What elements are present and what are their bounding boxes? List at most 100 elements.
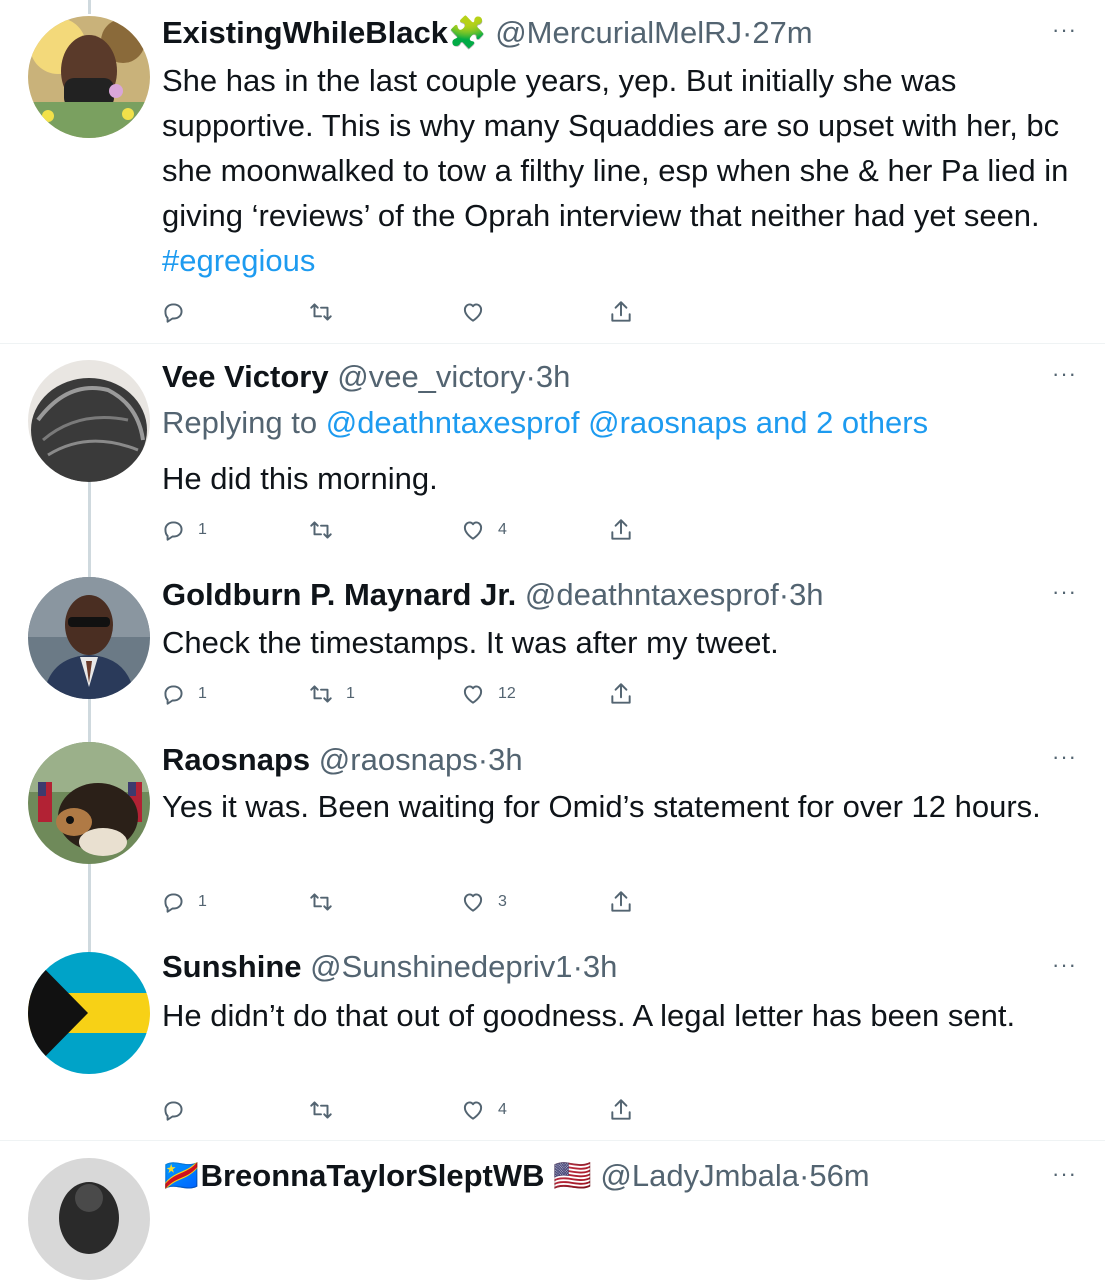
tweet-text: Check the timestamps. It was after my tw… (162, 625, 779, 660)
tweet-text-content: She has in the last couple years, yep. B… (162, 63, 1069, 233)
separator-dot: · (525, 359, 536, 394)
reply-button[interactable] (160, 297, 198, 327)
display-name[interactable]: Sunshine (162, 949, 302, 984)
flag-emoji: 🇺🇸 (553, 1158, 592, 1193)
share-icon (611, 1099, 631, 1120)
like-count: 4 (498, 521, 507, 538)
timestamp[interactable]: 3h (488, 742, 522, 777)
separator-dot: · (778, 577, 790, 612)
handle[interactable]: @Sunshinedepriv1 (310, 949, 572, 984)
retweet-count: 1 (346, 685, 355, 702)
tweet-text: She has in the last couple years, yep. B… (162, 58, 1087, 283)
tweet-header: 🇨🇩BreonnaTaylorSleptWB 🇺🇸 @LadyJmbala·56… (162, 1156, 870, 1196)
action-bar: 1 3 (160, 887, 660, 917)
thread-line (88, 480, 91, 580)
timestamp[interactable]: 27m (752, 15, 812, 50)
avatar[interactable] (28, 742, 150, 864)
reply-button[interactable]: 1 (160, 887, 207, 917)
like-icon (463, 1101, 483, 1120)
like-button[interactable]: 3 (460, 887, 507, 917)
retweet-button[interactable]: 1 (308, 679, 355, 709)
divider (0, 1140, 1105, 1141)
retweet-button[interactable] (308, 1095, 346, 1125)
like-icon (463, 685, 483, 704)
replying-to-links[interactable]: @deathntaxesprof @raosnaps and 2 others (326, 405, 928, 440)
reply-count: 1 (198, 685, 207, 702)
like-icon (463, 521, 483, 540)
retweet-icon (310, 521, 332, 539)
share-button[interactable] (608, 887, 634, 917)
retweet-button[interactable] (308, 515, 346, 545)
retweet-icon (310, 1101, 332, 1119)
avatar[interactable] (28, 360, 150, 482)
share-icon (611, 519, 631, 540)
reply-icon (164, 521, 183, 541)
action-bar: 4 (160, 1095, 660, 1125)
more-icon[interactable]: ··· (1052, 19, 1077, 41)
reply-button[interactable]: 1 (160, 515, 207, 545)
separator-dot: · (799, 1158, 810, 1193)
share-button[interactable] (608, 1095, 634, 1125)
avatar[interactable] (28, 16, 150, 138)
avatar[interactable] (28, 952, 150, 1074)
hashtag-link[interactable]: #egregious (162, 243, 315, 278)
retweet-icon (310, 303, 332, 321)
share-icon (611, 891, 631, 912)
avatar[interactable] (28, 1158, 150, 1280)
separator-dot: · (741, 15, 753, 50)
reply-button[interactable] (160, 1095, 198, 1125)
handle[interactable]: @LadyJmbala (600, 1158, 799, 1193)
reply-icon (164, 303, 183, 323)
share-button[interactable] (608, 297, 634, 327)
retweet-button[interactable] (308, 297, 346, 327)
thread-line (88, 696, 91, 742)
timestamp[interactable]: 3h (789, 577, 823, 612)
tweet-header: Goldburn P. Maynard Jr. @deathntaxesprof… (162, 575, 824, 615)
retweet-icon (310, 685, 332, 703)
reply-icon (164, 685, 183, 705)
thread-line-top (88, 0, 91, 14)
handle[interactable]: @vee_victory (337, 359, 525, 394)
like-icon (463, 303, 483, 322)
like-button[interactable]: 4 (460, 1095, 507, 1125)
handle[interactable]: @MercurialMelRJ (495, 15, 742, 50)
timestamp[interactable]: 3h (536, 359, 570, 394)
more-icon[interactable]: ··· (1052, 581, 1077, 603)
more-icon[interactable]: ··· (1052, 1163, 1077, 1185)
reply-count: 1 (198, 521, 207, 538)
reply-icon (164, 893, 183, 913)
tweet-text: Yes it was. Been waiting for Omid’s stat… (162, 789, 1041, 824)
puzzle-emoji: 🧩 (447, 15, 487, 50)
replying-to: Replying to @deathntaxesprof @raosnaps a… (162, 403, 928, 443)
retweet-button[interactable] (308, 887, 346, 917)
more-icon[interactable]: ··· (1052, 746, 1077, 768)
handle[interactable]: @deathntaxesprof (525, 577, 779, 612)
tweet-header: Vee Victory @vee_victory·3h (162, 357, 570, 397)
more-icon[interactable]: ··· (1052, 363, 1077, 385)
timestamp[interactable]: 56m (809, 1158, 869, 1193)
replying-prefix: Replying to (162, 405, 326, 440)
like-count: 3 (498, 893, 507, 910)
action-bar: 1 4 (160, 515, 660, 545)
display-name[interactable]: ExistingWhileBlack (162, 15, 448, 50)
like-button[interactable]: 4 (460, 515, 507, 545)
display-name[interactable]: BreonnaTaylorSleptWB (201, 1158, 545, 1193)
timestamp[interactable]: 3h (583, 949, 617, 984)
retweet-icon (310, 893, 332, 911)
like-button[interactable] (460, 297, 498, 327)
share-button[interactable] (608, 515, 634, 545)
separator-dot: · (572, 949, 583, 984)
reply-button[interactable]: 1 (160, 679, 207, 709)
avatar[interactable] (28, 577, 150, 699)
action-bar (160, 297, 660, 327)
tweet-text: He did this morning. (162, 461, 438, 496)
like-button[interactable]: 12 (460, 679, 516, 709)
handle[interactable]: @raosnaps (319, 742, 478, 777)
display-name[interactable]: Vee Victory (162, 359, 329, 394)
display-name[interactable]: Raosnaps (162, 742, 310, 777)
display-name[interactable]: Goldburn P. Maynard Jr. (162, 577, 516, 612)
share-button[interactable] (608, 679, 634, 709)
tweet-header: Sunshine @Sunshinedepriv1·3h (162, 947, 617, 987)
more-icon[interactable]: ··· (1052, 954, 1077, 976)
like-count: 12 (498, 685, 516, 702)
